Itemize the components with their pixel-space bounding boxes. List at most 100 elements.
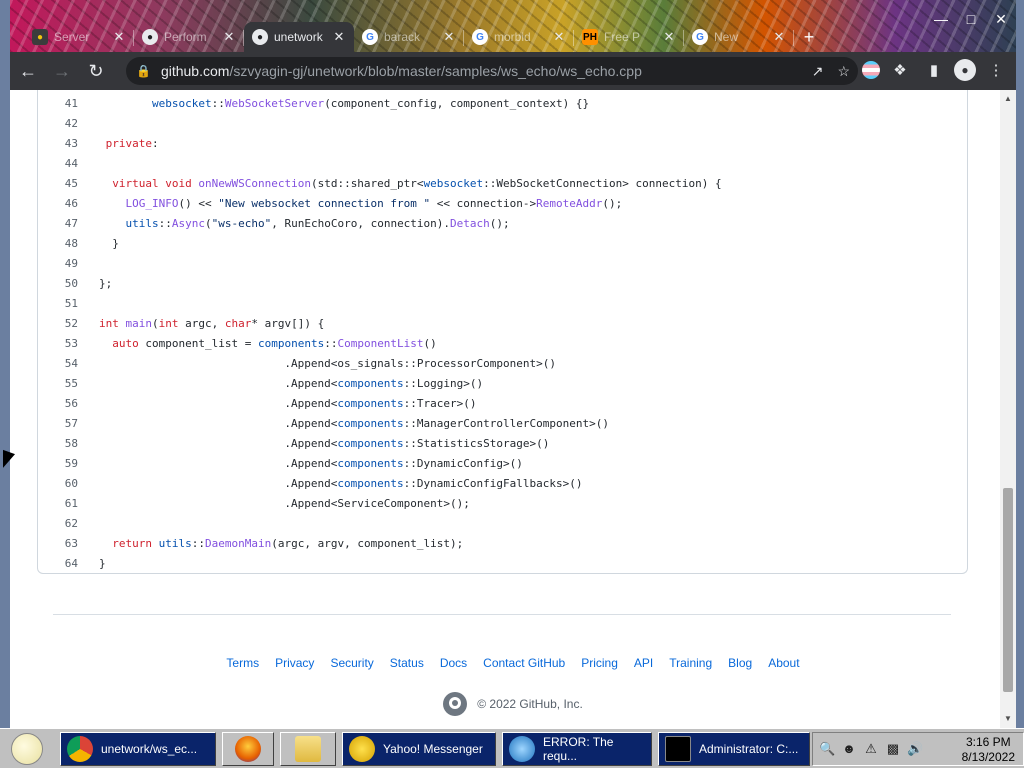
code-line: 43 private:	[38, 134, 159, 154]
line-number[interactable]: 61	[38, 494, 78, 514]
footer-link-security[interactable]: Security	[330, 656, 373, 670]
line-number[interactable]: 41	[38, 94, 78, 114]
footer-link-api[interactable]: API	[634, 656, 653, 670]
code-line: 41 websocket::WebSocketServer(component_…	[38, 94, 589, 114]
code-line: 51	[38, 294, 78, 314]
page-scrollbar[interactable]: ▲ ▼	[1000, 90, 1016, 728]
footer-link-status[interactable]: Status	[390, 656, 424, 670]
profile-avatar-icon[interactable]: ●	[954, 59, 976, 81]
side-panel-icon[interactable]: ▮	[920, 56, 948, 84]
minimize-button[interactable]: —	[926, 8, 956, 30]
taskbar-item-chrome[interactable]: unetwork/ws_ec...	[60, 732, 216, 766]
line-number[interactable]: 46	[38, 194, 78, 214]
new-tab-button[interactable]: +	[794, 22, 824, 52]
browser-menu-icon[interactable]: ⋮	[982, 56, 1010, 84]
extensions-puzzle-icon[interactable]: ❖	[886, 56, 914, 84]
tab-0[interactable]: ● Server ✕	[24, 22, 134, 52]
github-logo-icon[interactable]	[443, 692, 468, 716]
search-icon[interactable]: 🔍	[819, 741, 835, 757]
code-line: 45 virtual void onNewWSConnection(std::s…	[38, 174, 722, 194]
start-button[interactable]	[0, 730, 54, 768]
network-icon[interactable]: ▩	[885, 741, 901, 757]
line-number[interactable]: 64	[38, 554, 78, 574]
tab-3[interactable]: Gbarack ✕	[354, 22, 464, 52]
tab-close-icon[interactable]: ✕	[442, 29, 456, 45]
footer-link-contact-github[interactable]: Contact GitHub	[483, 656, 565, 670]
code-text: return utils::DaemonMain(argc, argv, com…	[112, 537, 464, 550]
line-number[interactable]: 58	[38, 434, 78, 454]
security-icon[interactable]: ⚠	[863, 741, 879, 757]
taskbar-item-firefox[interactable]	[222, 732, 274, 766]
tab-4[interactable]: Gmorbid ✕	[464, 22, 574, 52]
line-number[interactable]: 43	[38, 134, 78, 154]
tab-1[interactable]: ● Perform ✕	[134, 22, 244, 52]
back-icon[interactable]: ←	[12, 55, 44, 87]
google-icon: G	[472, 29, 488, 45]
line-number[interactable]: 55	[38, 374, 78, 394]
tab-title: Server	[54, 30, 90, 44]
line-number[interactable]: 59	[38, 454, 78, 474]
maximize-button[interactable]: □	[956, 8, 986, 30]
reload-icon[interactable]: ↻	[80, 55, 112, 87]
line-number[interactable]: 53	[38, 334, 78, 354]
footer-link-pricing[interactable]: Pricing	[581, 656, 618, 670]
line-number[interactable]: 44	[38, 154, 78, 174]
taskbar-item-internet-explorer[interactable]: ERROR: The requ...	[502, 732, 652, 766]
line-number[interactable]: 52	[38, 314, 78, 334]
tab-close-icon[interactable]: ✕	[662, 29, 676, 45]
line-number[interactable]: 42	[38, 114, 78, 134]
url-host: github.com	[160, 63, 230, 79]
share-icon[interactable]: ↗	[812, 63, 824, 80]
extension-flag-icon[interactable]	[862, 61, 880, 79]
line-number[interactable]: 47	[38, 214, 78, 234]
footer-link-about[interactable]: About	[768, 656, 799, 670]
tab-close-icon[interactable]: ✕	[552, 29, 566, 45]
footer-link-blog[interactable]: Blog	[728, 656, 752, 670]
browser-toolbar: ← → ↻ 🔒 github.com /szvyagin-gj/unetwork…	[10, 52, 1016, 90]
line-number[interactable]: 49	[38, 254, 78, 274]
code-text: }	[99, 557, 106, 570]
taskbar-item-folder[interactable]	[280, 732, 336, 766]
volume-icon[interactable]: 🔊	[907, 741, 923, 757]
smiley-icon[interactable]: ☻	[841, 741, 857, 757]
tab-2[interactable]: ● unetwork ✕	[244, 22, 354, 52]
tab-5[interactable]: PH Free P ✕	[574, 22, 684, 52]
line-number[interactable]: 57	[38, 414, 78, 434]
tab-close-icon[interactable]: ✕	[222, 29, 236, 45]
taskbar-item-yahoo-messenger[interactable]: Yahoo! Messenger	[342, 732, 496, 766]
forward-icon[interactable]: →	[46, 55, 78, 87]
line-number[interactable]: 51	[38, 294, 78, 314]
line-number[interactable]: 50	[38, 274, 78, 294]
google-icon: G	[692, 29, 708, 45]
taskbar-item-label: ERROR: The requ...	[543, 735, 614, 763]
tab-close-icon[interactable]: ✕	[772, 29, 786, 45]
bookmark-star-icon[interactable]: ☆	[837, 63, 850, 80]
close-window-button[interactable]: ✕	[986, 8, 1016, 30]
footer-link-training[interactable]: Training	[669, 656, 712, 670]
taskbar-item-label: Yahoo! Messenger	[383, 742, 483, 756]
lock-icon[interactable]: 🔒	[136, 64, 151, 78]
code-line: 50};	[38, 274, 113, 294]
line-number[interactable]: 54	[38, 354, 78, 374]
tab-close-icon[interactable]: ✕	[112, 29, 126, 45]
footer-link-terms[interactable]: Terms	[226, 656, 259, 670]
line-number[interactable]: 63	[38, 534, 78, 554]
ghost-icon: ●	[32, 29, 48, 45]
line-number[interactable]: 60	[38, 474, 78, 494]
line-number[interactable]: 56	[38, 394, 78, 414]
footer-link-docs[interactable]: Docs	[440, 656, 467, 670]
code-line: 59 .Append<components::DynamicConfig>()	[38, 454, 523, 474]
clock[interactable]: 3:16 PM 8/13/2022	[962, 735, 1015, 765]
footer-link-privacy[interactable]: Privacy	[275, 656, 314, 670]
taskbar-item-command-prompt[interactable]: Administrator: C:...	[658, 732, 810, 766]
line-number[interactable]: 62	[38, 514, 78, 534]
scroll-up-arrow-icon[interactable]: ▲	[1000, 92, 1016, 106]
line-number[interactable]: 45	[38, 174, 78, 194]
tab-6[interactable]: G New ✕	[684, 22, 794, 52]
address-bar[interactable]: 🔒 github.com /szvyagin-gj/unetwork/blob/…	[126, 57, 858, 85]
line-number[interactable]: 48	[38, 234, 78, 254]
tab-title: Perform	[164, 30, 207, 44]
scrollbar-thumb[interactable]	[1003, 488, 1013, 692]
scroll-down-arrow-icon[interactable]: ▼	[1000, 712, 1016, 726]
tab-close-icon[interactable]: ✕	[332, 29, 346, 45]
